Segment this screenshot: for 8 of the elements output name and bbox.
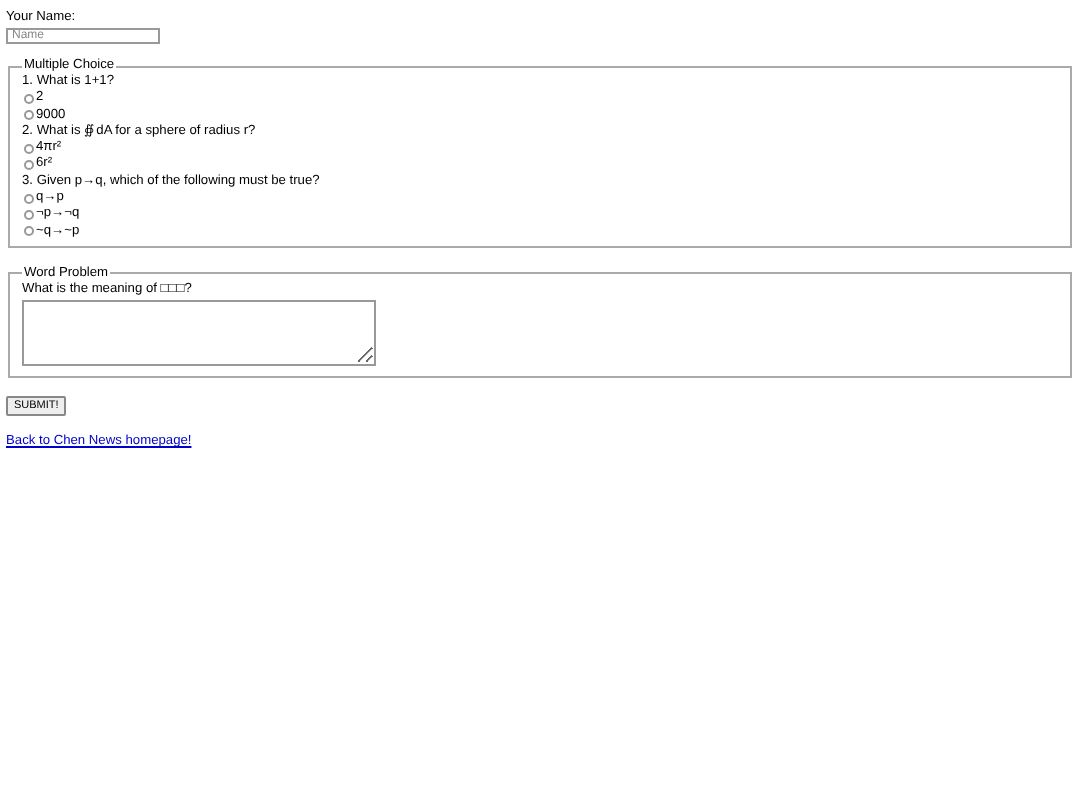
radio-button[interactable] [24, 193, 34, 204]
radio-button[interactable] [24, 143, 34, 154]
radio-button[interactable] [24, 210, 34, 221]
radio-button[interactable] [24, 160, 34, 171]
answer-text-area[interactable] [22, 300, 376, 367]
radio-button[interactable] [24, 93, 34, 104]
radio-button[interactable] [24, 226, 34, 237]
radio-button[interactable] [24, 110, 34, 121]
